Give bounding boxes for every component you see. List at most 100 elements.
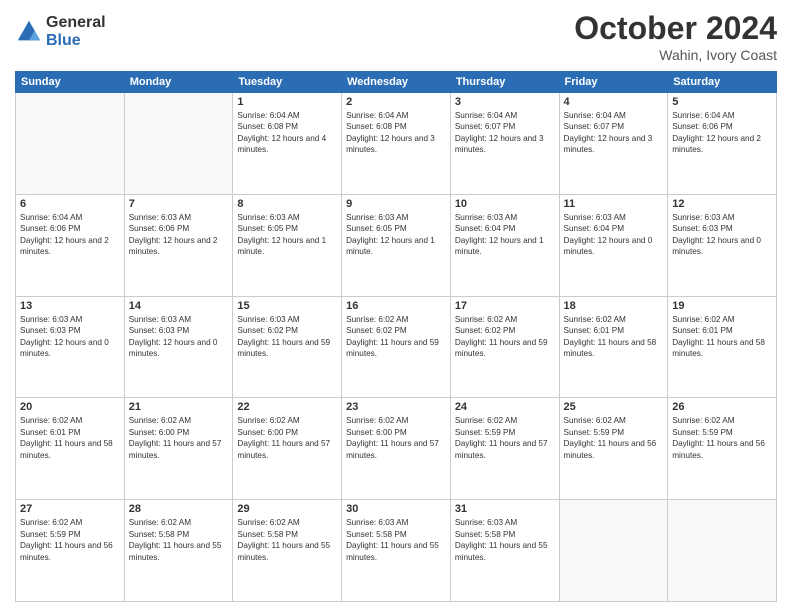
day-number: 12 (672, 198, 772, 210)
cell-info: Sunrise: 6:02 AM Sunset: 5:59 PM Dayligh… (455, 415, 555, 461)
day-number: 17 (455, 300, 555, 312)
calendar-header-row: Sunday Monday Tuesday Wednesday Thursday… (16, 72, 777, 93)
cell-info: Sunrise: 6:03 AM Sunset: 5:58 PM Dayligh… (455, 517, 555, 563)
day-number: 26 (672, 401, 772, 413)
table-row: 20 Sunrise: 6:02 AM Sunset: 6:01 PM Dayli… (16, 398, 125, 500)
day-number: 27 (20, 503, 120, 515)
day-number: 16 (346, 300, 446, 312)
cell-info: Sunrise: 6:02 AM Sunset: 6:01 PM Dayligh… (20, 415, 120, 461)
table-row: 22Sunrise: 6:02 AM Sunset: 6:00 PM Dayli… (233, 398, 342, 500)
table-row: 9 Sunrise: 6:03 AM Sunset: 6:05 PM Daylig… (342, 194, 451, 296)
cell-info: Sunrise: 6:04 AM Sunset: 6:07 PM Dayligh… (455, 110, 555, 156)
day-number: 25 (564, 401, 664, 413)
table-row (559, 500, 668, 602)
cell-info: Sunrise: 6:04 AM Sunset: 6:08 PM Dayligh… (346, 110, 446, 156)
title-block: October 2024 Wahin, Ivory Coast (574, 10, 777, 63)
col-saturday: Saturday (668, 72, 777, 93)
table-row: 10 Sunrise: 6:03 AM Sunset: 6:04 PM Dayli… (450, 194, 559, 296)
day-number: 11 (564, 198, 664, 210)
day-number: 29 (237, 503, 337, 515)
table-row: 23 Sunrise: 6:02 AM Sunset: 6:00 PM Dayli… (342, 398, 451, 500)
table-row (668, 500, 777, 602)
col-sunday: Sunday (16, 72, 125, 93)
table-row: 14Sunrise: 6:03 AM Sunset: 6:03 PM Dayli… (124, 296, 233, 398)
cell-info: Sunrise: 6:02 AM Sunset: 6:01 PM Dayligh… (564, 314, 664, 360)
cell-info: Sunrise: 6:03 AM Sunset: 5:58 PM Dayligh… (346, 517, 446, 563)
col-thursday: Thursday (450, 72, 559, 93)
table-row: 17 Sunrise: 6:02 AM Sunset: 6:02 PM Dayli… (450, 296, 559, 398)
cell-info: Sunrise: 6:02 AM Sunset: 5:58 PM Dayligh… (237, 517, 337, 563)
table-row: 26 Sunrise: 6:02 AM Sunset: 5:59 PM Dayli… (668, 398, 777, 500)
col-tuesday: Tuesday (233, 72, 342, 93)
table-row: 4 Sunrise: 6:04 AM Sunset: 6:07 PM Daylig… (559, 93, 668, 195)
calendar-table: Sunday Monday Tuesday Wednesday Thursday… (15, 71, 777, 602)
day-number: 9 (346, 198, 446, 210)
table-row (16, 93, 125, 195)
calendar-week-1: 1Sunrise: 6:04 AM Sunset: 6:08 PM Daylig… (16, 93, 777, 195)
table-row: 7Sunrise: 6:03 AM Sunset: 6:06 PM Daylig… (124, 194, 233, 296)
cell-info: Sunrise: 6:04 AM Sunset: 6:06 PM Dayligh… (672, 110, 772, 156)
day-number: 24 (455, 401, 555, 413)
table-row: 16Sunrise: 6:02 AM Sunset: 6:02 PM Dayli… (342, 296, 451, 398)
day-number: 21 (129, 401, 229, 413)
table-row: 1Sunrise: 6:04 AM Sunset: 6:08 PM Daylig… (233, 93, 342, 195)
cell-info: Sunrise: 6:02 AM Sunset: 6:00 PM Dayligh… (129, 415, 229, 461)
day-number: 8 (237, 198, 337, 210)
day-number: 23 (346, 401, 446, 413)
day-number: 18 (564, 300, 664, 312)
table-row: 8 Sunrise: 6:03 AM Sunset: 6:05 PM Daylig… (233, 194, 342, 296)
logo: General Blue (15, 14, 106, 49)
cell-info: Sunrise: 6:02 AM Sunset: 5:59 PM Dayligh… (20, 517, 120, 563)
table-row: 2 Sunrise: 6:04 AM Sunset: 6:08 PM Daylig… (342, 93, 451, 195)
calendar-week-2: 6Sunrise: 6:04 AM Sunset: 6:06 PM Daylig… (16, 194, 777, 296)
day-number: 7 (129, 198, 229, 210)
day-number: 6 (20, 198, 120, 210)
table-row: 15Sunrise: 6:03 AM Sunset: 6:02 PM Dayli… (233, 296, 342, 398)
day-number: 3 (455, 96, 555, 108)
calendar-week-3: 13 Sunrise: 6:03 AM Sunset: 6:03 PM Dayli… (16, 296, 777, 398)
day-number: 20 (20, 401, 120, 413)
cell-info: Sunrise: 6:03 AM Sunset: 6:04 PM Dayligh… (455, 212, 555, 258)
cell-info: Sunrise: 6:04 AM Sunset: 6:07 PM Dayligh… (564, 110, 664, 156)
cell-info: Sunrise: 6:03 AM Sunset: 6:03 PM Dayligh… (20, 314, 120, 360)
month-title: October 2024 (574, 10, 777, 47)
table-row: 25 Sunrise: 6:02 AM Sunset: 5:59 PM Dayli… (559, 398, 668, 500)
cell-info: Sunrise: 6:03 AM Sunset: 6:05 PM Dayligh… (346, 212, 446, 258)
page: General Blue October 2024 Wahin, Ivory C… (0, 0, 792, 612)
day-number: 5 (672, 96, 772, 108)
logo-text: General Blue (46, 14, 106, 49)
table-row: 13 Sunrise: 6:03 AM Sunset: 6:03 PM Dayli… (16, 296, 125, 398)
cell-info: Sunrise: 6:02 AM Sunset: 5:59 PM Dayligh… (564, 415, 664, 461)
day-number: 14 (129, 300, 229, 312)
day-number: 2 (346, 96, 446, 108)
day-number: 13 (20, 300, 120, 312)
cell-info: Sunrise: 6:02 AM Sunset: 6:02 PM Dayligh… (455, 314, 555, 360)
calendar-week-4: 20 Sunrise: 6:02 AM Sunset: 6:01 PM Dayli… (16, 398, 777, 500)
table-row: 27 Sunrise: 6:02 AM Sunset: 5:59 PM Dayli… (16, 500, 125, 602)
cell-info: Sunrise: 6:02 AM Sunset: 6:01 PM Dayligh… (672, 314, 772, 360)
calendar-week-5: 27 Sunrise: 6:02 AM Sunset: 5:59 PM Dayli… (16, 500, 777, 602)
table-row: 19Sunrise: 6:02 AM Sunset: 6:01 PM Dayli… (668, 296, 777, 398)
cell-info: Sunrise: 6:02 AM Sunset: 5:59 PM Dayligh… (672, 415, 772, 461)
table-row: 12 Sunrise: 6:03 AM Sunset: 6:03 PM Dayli… (668, 194, 777, 296)
header: General Blue October 2024 Wahin, Ivory C… (15, 10, 777, 63)
cell-info: Sunrise: 6:03 AM Sunset: 6:02 PM Dayligh… (237, 314, 337, 360)
col-wednesday: Wednesday (342, 72, 451, 93)
table-row: 3 Sunrise: 6:04 AM Sunset: 6:07 PM Daylig… (450, 93, 559, 195)
cell-info: Sunrise: 6:03 AM Sunset: 6:03 PM Dayligh… (672, 212, 772, 258)
day-number: 31 (455, 503, 555, 515)
table-row: 6Sunrise: 6:04 AM Sunset: 6:06 PM Daylig… (16, 194, 125, 296)
table-row: 28 Sunrise: 6:02 AM Sunset: 5:58 PM Dayli… (124, 500, 233, 602)
cell-info: Sunrise: 6:02 AM Sunset: 6:00 PM Dayligh… (346, 415, 446, 461)
table-row: 30Sunrise: 6:03 AM Sunset: 5:58 PM Dayli… (342, 500, 451, 602)
cell-info: Sunrise: 6:03 AM Sunset: 6:05 PM Dayligh… (237, 212, 337, 258)
location: Wahin, Ivory Coast (574, 47, 777, 63)
table-row: 11Sunrise: 6:03 AM Sunset: 6:04 PM Dayli… (559, 194, 668, 296)
day-number: 28 (129, 503, 229, 515)
table-row (124, 93, 233, 195)
day-number: 4 (564, 96, 664, 108)
cell-info: Sunrise: 6:02 AM Sunset: 6:00 PM Dayligh… (237, 415, 337, 461)
day-number: 10 (455, 198, 555, 210)
cell-info: Sunrise: 6:04 AM Sunset: 6:08 PM Dayligh… (237, 110, 337, 156)
cell-info: Sunrise: 6:02 AM Sunset: 5:58 PM Dayligh… (129, 517, 229, 563)
